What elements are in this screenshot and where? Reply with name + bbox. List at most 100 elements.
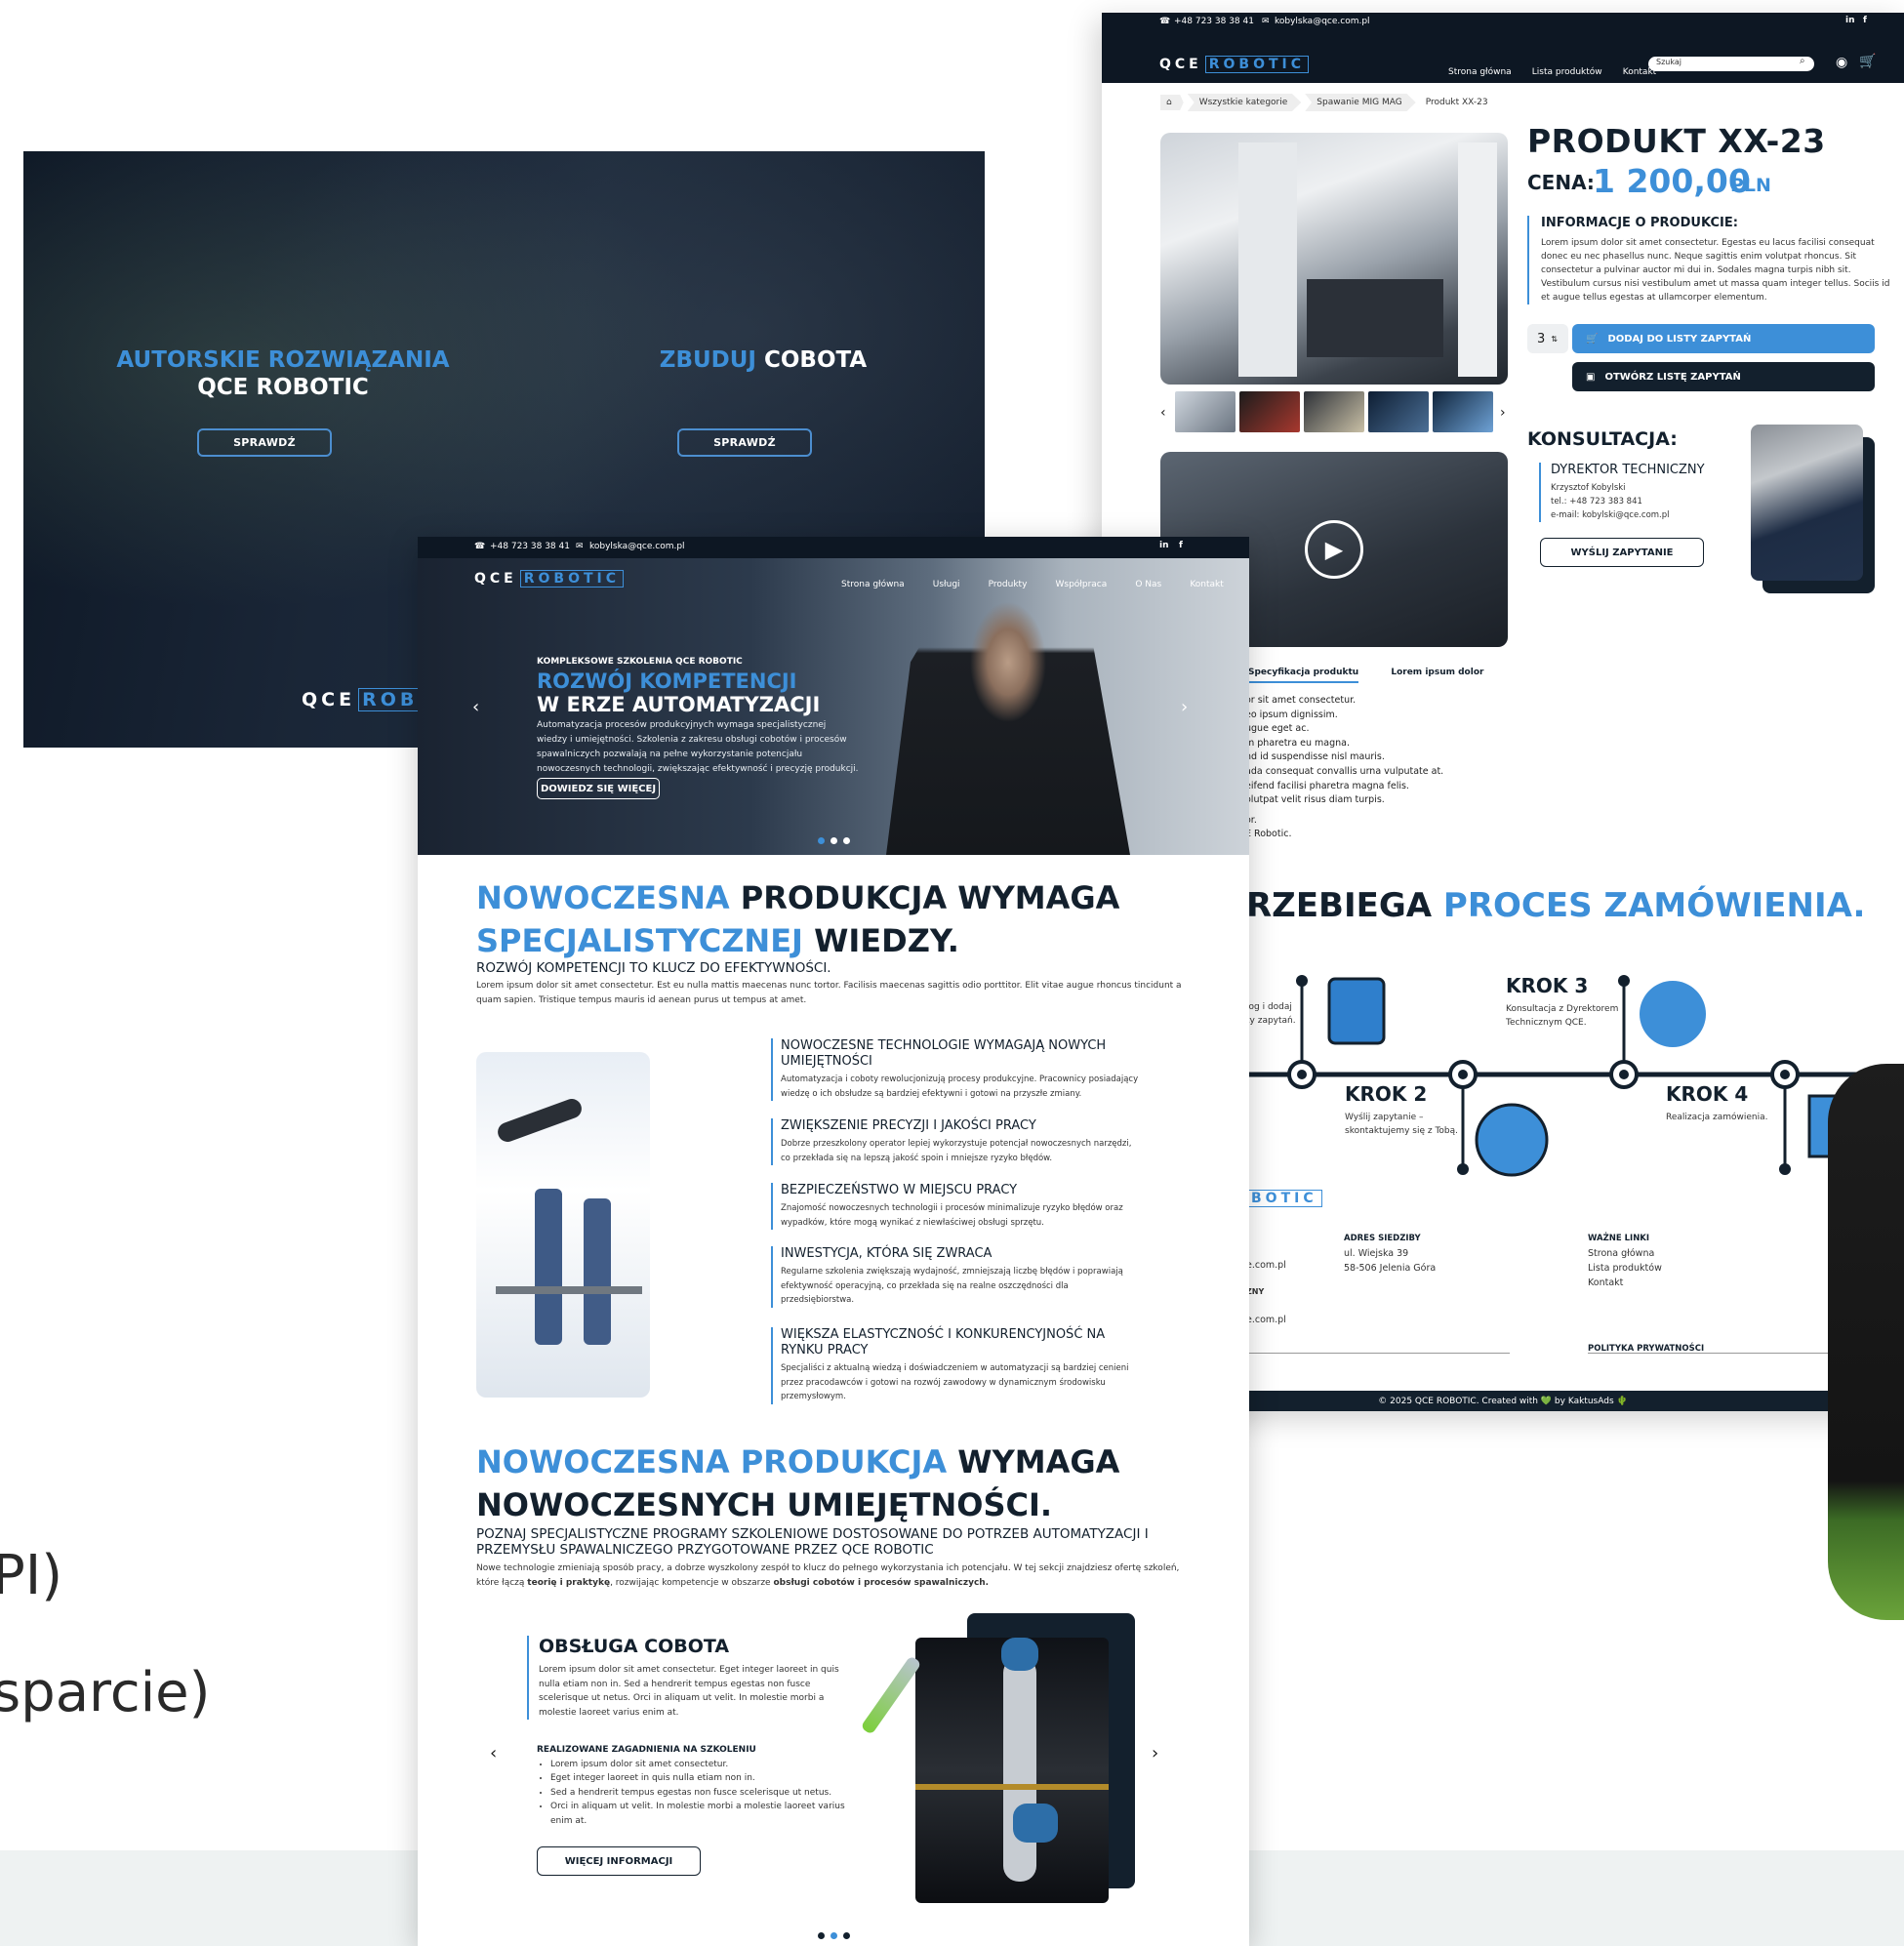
feature-item: INWESTYCJA, KTÓRA SIĘ ZWRACA Regularne s… xyxy=(771,1246,1142,1308)
cart-icon[interactable]: 🛒 xyxy=(1859,54,1876,69)
menu-item-about[interactable]: O Nas xyxy=(1135,580,1161,589)
carousel-dot[interactable] xyxy=(818,1932,825,1939)
menu-item-products[interactable]: Produkty xyxy=(989,580,1028,589)
quantity-value: 3 xyxy=(1537,331,1546,346)
carousel-dot[interactable] xyxy=(830,1932,837,1939)
search-icon[interactable]: ⌕ xyxy=(1800,56,1805,66)
spec-line: olutpat velit risus diam turpis. xyxy=(1245,794,1385,806)
menu-item-home[interactable]: Strona główna xyxy=(841,580,905,589)
add-to-inquiry-button[interactable]: 🛒 DODAJ DO LISTY ZAPYTAŃ xyxy=(1572,324,1875,353)
hero-heading-blue: ROZWÓJ KOMPETENCJI xyxy=(537,669,797,693)
step1-line: log i dodaj xyxy=(1246,1002,1292,1012)
footer-address-heading: ADRES SIEDZIBY xyxy=(1344,1234,1421,1243)
feature-item: NOWOCZESNE TECHNOLOGIE WYMAGAJĄ NOWYCH U… xyxy=(771,1038,1142,1101)
phone-icon: ☎ xyxy=(1159,17,1171,26)
footer-link-products[interactable]: Lista produktów xyxy=(1588,1261,1662,1276)
topbar-email[interactable]: kobylska@qce.com.pl xyxy=(1275,17,1370,26)
thumbnail[interactable] xyxy=(1304,391,1364,432)
step2-title: KROK 2 xyxy=(1345,1082,1428,1106)
menu-item-home[interactable]: Strona główna xyxy=(1448,67,1512,77)
facebook-icon[interactable]: f xyxy=(1179,541,1183,550)
center-logo[interactable]: QCE ROBOTIC xyxy=(474,570,625,588)
thumbnail-next-arrow[interactable]: › xyxy=(1500,405,1506,421)
footer-contact-line[interactable]: e.com.pl xyxy=(1246,1258,1286,1273)
logo-left-part: QCE xyxy=(474,571,517,587)
hero-panel2-title-blue: ZBUDUJ xyxy=(659,347,756,373)
step2-line: Wyślij zapytanie – xyxy=(1345,1113,1424,1122)
topbar-email[interactable]: kobylska@qce.com.pl xyxy=(589,542,685,551)
breadcrumb-category[interactable]: Spawanie MIG MAG xyxy=(1305,94,1416,111)
footer-divider xyxy=(1246,1353,1510,1354)
thumbnail-prev-arrow[interactable]: ‹ xyxy=(1160,405,1166,421)
learn-more-button[interactable]: DOWIEDZ SIĘ WIĘCEJ xyxy=(537,778,660,799)
product-logo[interactable]: QCE ROBOTIC xyxy=(1159,56,1310,73)
menu-item-products[interactable]: Lista produktów xyxy=(1532,67,1602,77)
thumbnail[interactable] xyxy=(1239,391,1300,432)
welding-torch-image xyxy=(860,1655,922,1735)
hero-panel2-check-button[interactable]: SPRAWDŹ xyxy=(677,428,812,457)
linkedin-icon[interactable]: in xyxy=(1845,16,1855,25)
carousel-dot[interactable] xyxy=(843,1932,850,1939)
search-input[interactable]: Szukaj xyxy=(1648,57,1814,71)
open-inquiry-list-button[interactable]: ▣ OTWÓRZ LISTĘ ZAPYTAŃ xyxy=(1572,362,1875,391)
product-info: INFORMACJE O PRODUKCIE: Lorem ipsum dolo… xyxy=(1527,216,1890,304)
hero-heading: ROZWÓJ KOMPETENCJI W ERZE AUTOMATYZACJI xyxy=(537,669,820,716)
hero-panel1-title-white: QCE ROBOTIC xyxy=(197,375,369,400)
course-next-arrow[interactable]: › xyxy=(1152,1743,1158,1764)
quantity-stepper[interactable]: 3 ⇅ xyxy=(1527,324,1568,353)
section2-body-bold: teorię i praktykę xyxy=(527,1578,611,1588)
menu-item-services[interactable]: Usługi xyxy=(933,580,960,589)
step3-title: KROK 3 xyxy=(1506,974,1589,997)
director-phone[interactable]: tel.: +48 723 383 841 xyxy=(1551,495,1705,508)
section1-heading: NOWOCZESNA PRODUKCJA WYMAGA SPECJALISTYC… xyxy=(476,876,1119,962)
feature-text: Specjaliści z aktualną wiedzą i doświadc… xyxy=(781,1363,1129,1401)
director-email[interactable]: e-mail: kobylski@qce.com.pl xyxy=(1551,508,1705,522)
tab-specification[interactable]: Specyfikacja produktu xyxy=(1248,668,1359,683)
product-menu: Strona główna Lista produktów Kontakt xyxy=(1448,60,1672,78)
thumbnail[interactable] xyxy=(1175,391,1236,432)
product-main-image[interactable] xyxy=(1160,133,1508,385)
section1-subheading: ROZWÓJ KOMPETENCJI TO KLUCZ DO EFEKTYWNO… xyxy=(476,960,831,976)
course-prev-arrow[interactable]: ‹ xyxy=(490,1743,497,1764)
spec-line: or sit amet consectetur. xyxy=(1245,695,1357,706)
stepper-arrows-icon[interactable]: ⇅ xyxy=(1551,335,1558,344)
hero-prev-arrow[interactable]: ‹ xyxy=(472,697,479,717)
step1-description: log i dodaj ty zapytań. xyxy=(1246,1000,1296,1028)
carousel-dot[interactable] xyxy=(830,837,837,844)
tab-lorem[interactable]: Lorem ipsum dolor xyxy=(1391,668,1483,677)
topbar-phone[interactable]: +48 723 38 38 41 xyxy=(490,542,570,551)
hero-next-arrow[interactable]: › xyxy=(1181,697,1188,717)
presenter-image xyxy=(886,558,1130,855)
carousel-dot[interactable] xyxy=(818,837,825,844)
home-icon[interactable]: ⌂ xyxy=(1160,95,1184,110)
footer-privacy[interactable]: POLITYKA PRYWATNOŚCI xyxy=(1588,1341,1704,1357)
process-title-blue: PROCES ZAMÓWIENIA. xyxy=(1442,886,1866,925)
footer-link-home[interactable]: Strona główna xyxy=(1588,1246,1662,1261)
footer-link-contact[interactable]: Kontakt xyxy=(1588,1276,1662,1290)
privacy-link[interactable]: POLITYKA PRYWATNOŚCI xyxy=(1588,1344,1704,1354)
breadcrumb-all-categories[interactable]: Wszystkie kategorie xyxy=(1187,94,1302,111)
topbar-phone[interactable]: +48 723 38 38 41 xyxy=(1174,17,1254,26)
hero-panel1-title-blue: AUTORSKIE ROZWIĄZANIA xyxy=(116,347,450,373)
linkedin-icon[interactable]: in xyxy=(1159,541,1169,550)
thumbnail[interactable] xyxy=(1368,391,1429,432)
facebook-icon[interactable]: f xyxy=(1863,16,1867,25)
product-info-heading: INFORMACJE O PRODUKCIE: xyxy=(1541,216,1738,230)
background-text-line-2: sparcie) xyxy=(0,1661,211,1724)
play-icon[interactable]: ▶ xyxy=(1305,520,1363,579)
thumbnail-strip xyxy=(1175,391,1497,432)
step2-description: Wyślij zapytanie – skontaktujemy się z T… xyxy=(1345,1111,1458,1138)
carousel-dot[interactable] xyxy=(843,837,850,844)
send-inquiry-button[interactable]: WYŚLIJ ZAPYTANIE xyxy=(1540,538,1704,567)
thumbnail[interactable] xyxy=(1433,391,1493,432)
more-info-button[interactable]: WIĘCEJ INFORMACJI xyxy=(537,1846,701,1876)
menu-item-cooperation[interactable]: Współpraca xyxy=(1056,580,1108,589)
footer-logo[interactable]: BOTIC xyxy=(1246,1190,1322,1207)
hero-panel1-check-button[interactable]: SPRAWDŹ xyxy=(197,428,332,457)
menu-item-contact[interactable]: Kontakt xyxy=(1190,580,1223,589)
footer-contact-line[interactable]: e.com.pl xyxy=(1246,1313,1286,1327)
user-icon[interactable]: ◉ xyxy=(1836,55,1847,70)
logo-left-part: QCE xyxy=(302,689,356,710)
feature-text: Regularne szkolenia zwiększają wydajność… xyxy=(781,1267,1123,1305)
course-text: Lorem ipsum dolor sit amet consectetur. … xyxy=(539,1665,839,1718)
